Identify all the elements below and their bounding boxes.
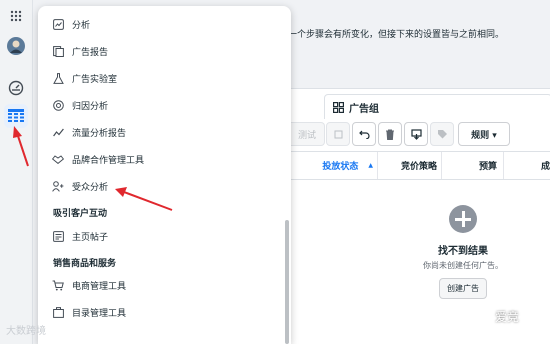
watermark-text: 大数跨境 <box>6 326 46 337</box>
wechat-watermark: 爱竞 <box>476 308 519 325</box>
wechat-watermark-label: 爱竞 <box>495 310 520 324</box>
arrow-to-table-icon <box>13 126 29 167</box>
annotation-arrows <box>13 126 173 211</box>
arrow-to-audience-insights <box>115 187 173 211</box>
wechat-icon <box>476 310 490 323</box>
